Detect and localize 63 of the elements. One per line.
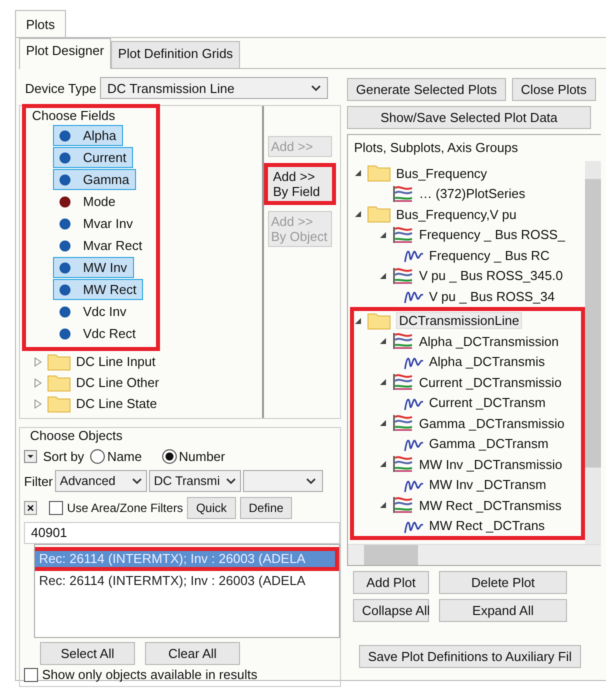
folder-item[interactable]: DC Line State: [76, 396, 157, 411]
sort-label: Sort by: [43, 448, 84, 464]
plot-item[interactable]: Current _DCTransmissio: [419, 374, 562, 390]
plot-item[interactable]: MW Inv _DCTransmissio: [419, 456, 562, 472]
filter-button[interactable]: Quick: [187, 497, 236, 519]
field-item[interactable]: Vdc Inv: [53, 301, 134, 322]
device-type-dropdown[interactable]: DC Transmission Line: [100, 77, 328, 99]
save-definitions-button[interactable]: Save Plot Definitions to Auxiliary Fil: [359, 645, 581, 668]
filter-dropdown[interactable]: Advanced: [54, 470, 147, 492]
filter-button[interactable]: Define: [240, 497, 292, 519]
available-only-checkbox[interactable]: Show only objects available in results: [24, 667, 336, 682]
sort-radio[interactable]: Number: [162, 448, 226, 464]
tree-item[interactable]: DCTransmissionLine: [396, 312, 522, 330]
field-item[interactable]: MW Rect: [53, 279, 144, 300]
plot-item[interactable]: Gamma _DCTransmissio: [419, 416, 564, 431]
series-item[interactable]: MW Rect _DCTrans: [429, 518, 545, 534]
select-button[interactable]: Select All: [40, 642, 135, 665]
search-field[interactable]: 40901: [24, 522, 340, 544]
series-item[interactable]: Frequency _ Bus RC: [429, 248, 550, 263]
filter-dropdown[interactable]: DC Transmi: [148, 470, 241, 492]
object-row[interactable]: Rec: 26114 (INTERMTX); Inv : 26003 (ADELA: [35, 573, 339, 589]
device-type-label: Device Type: [25, 80, 96, 96]
designer-tab[interactable]: Plot Designer: [19, 38, 112, 69]
designer-tab[interactable]: Plot Definition Grids: [111, 41, 240, 68]
plot-item[interactable]: Alpha _DCTransmission: [419, 334, 559, 349]
series-item[interactable]: Alpha _DCTransmis: [429, 354, 545, 370]
filter-label: Filter: [24, 474, 53, 488]
add-plot-button[interactable]: Add Plot: [353, 571, 429, 594]
field-item[interactable]: Alpha: [53, 125, 124, 146]
plots-tab[interactable]: Plots: [15, 10, 66, 37]
choose-fields-label: Choose Fields: [31, 108, 116, 124]
field-item[interactable]: Current: [53, 147, 134, 168]
series-item[interactable]: Gamma _DCTransm: [429, 436, 548, 452]
plot-item[interactable]: MW Rect _DCTransmiss: [419, 498, 562, 513]
tree-item[interactable]: Bus_Frequency: [396, 166, 488, 181]
add-button[interactable]: Add >> By Field: [264, 163, 336, 205]
folder-item[interactable]: DC Line Other: [76, 375, 160, 390]
plot-item[interactable]: V pu _ Bus ROSS_345.0: [419, 268, 563, 284]
collapse-all-button[interactable]: Collapse All: [353, 599, 429, 622]
clear-filter-button[interactable]: ×: [24, 501, 38, 515]
series-item[interactable]: MW Inv _DCTransm: [429, 477, 546, 492]
sort-radio[interactable]: Name: [90, 448, 142, 464]
plot-action-button[interactable]: Generate Selected Plots: [347, 78, 506, 101]
series-item[interactable]: V pu _ Bus ROSS_34: [429, 288, 555, 304]
select-button[interactable]: Clear All: [145, 642, 240, 665]
show-save-button[interactable]: Show/Save Selected Plot Data: [347, 106, 591, 129]
field-item[interactable]: Vdc Rect: [53, 323, 143, 344]
field-item[interactable]: Gamma: [53, 169, 136, 190]
field-item[interactable]: MW Inv: [53, 257, 134, 278]
plot-action-button[interactable]: Close Plots: [512, 78, 596, 101]
plot-item[interactable]: … (372)PlotSeries: [419, 186, 526, 202]
folder-item[interactable]: DC Line Input: [76, 354, 156, 369]
field-item[interactable]: Mode: [53, 191, 123, 212]
area-zone-checkbox[interactable]: Use Area/Zone Filters: [49, 501, 184, 515]
field-item[interactable]: Mvar Rect: [53, 235, 150, 256]
delete-plot-button[interactable]: Delete Plot: [439, 571, 567, 594]
tree-item[interactable]: Bus_Frequency,V pu: [396, 206, 516, 222]
series-item[interactable]: Current _DCTransm: [429, 395, 546, 410]
expand-all-button[interactable]: Expand All: [439, 599, 567, 622]
choose-objects-label: Choose Objects: [29, 428, 124, 444]
tree-title: Plots, Subplots, Axis Groups: [353, 139, 520, 157]
field-item[interactable]: Mvar Inv: [53, 213, 140, 234]
plot-item[interactable]: Frequency _ Bus ROSS_: [419, 227, 565, 242]
